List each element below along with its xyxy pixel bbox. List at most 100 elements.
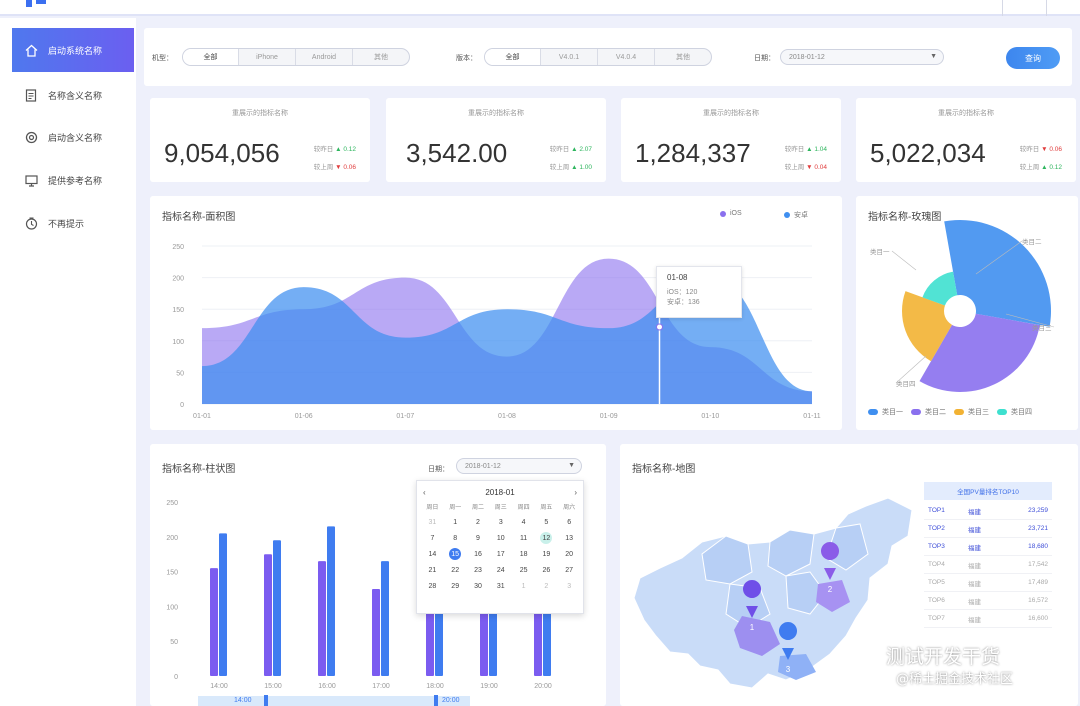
table-row[interactable]: TOP1 福建 23,259 (924, 502, 1052, 520)
slice-label: 类目三 (1032, 323, 1052, 332)
x-tick-label: 15:00 (264, 683, 282, 690)
time-range-slider[interactable]: 14:00 20:00 (198, 695, 470, 706)
table-row[interactable]: TOP5 福建 17,489 (924, 574, 1052, 592)
platform-option[interactable]: iPhone (238, 49, 295, 65)
y-tick-label: 0 (180, 402, 184, 409)
calendar-day[interactable]: 12 (535, 530, 558, 546)
calendar-day[interactable]: 2 (467, 514, 490, 530)
calendar-day[interactable]: 20 (558, 546, 581, 562)
divider (1002, 0, 1003, 16)
rose-slice (944, 220, 1051, 327)
calendar-day[interactable]: 27 (558, 562, 581, 578)
kpi-value: 1,284,337 (635, 138, 751, 168)
legend-item[interactable]: 类目三 (954, 407, 989, 417)
kpi-title: 重展示的指标名称 (468, 110, 524, 117)
calendar-day[interactable]: 11 (512, 530, 535, 546)
slider-handle-end[interactable] (434, 695, 438, 706)
calendar-day-label: 23 (474, 566, 482, 574)
calendar-day[interactable]: 29 (444, 578, 467, 594)
kpi-value: 5,022,034 (870, 138, 986, 168)
calendar-day[interactable]: 4 (512, 514, 535, 530)
version-option[interactable]: 其他 (654, 49, 711, 65)
platform-option[interactable]: 其他 (352, 49, 409, 65)
calendar-day[interactable]: 30 (467, 578, 490, 594)
calendar-day[interactable]: 8 (444, 530, 467, 546)
legend-item[interactable]: 类目二 (911, 407, 946, 417)
calendar-day[interactable]: 6 (558, 514, 581, 530)
calendar-day[interactable]: 13 (558, 530, 581, 546)
weekday-label: 周二 (471, 505, 484, 511)
next-month-icon[interactable]: › (574, 488, 577, 497)
version-option[interactable]: V4.0.4 (597, 49, 654, 65)
calendar-day[interactable]: 16 (467, 546, 490, 562)
version-segmented-control[interactable]: 全部 V4.0.1 V4.0.4 其他 (484, 48, 712, 66)
y-tick-label: 50 (176, 370, 184, 377)
table-cell-rank: TOP7 (928, 615, 945, 622)
calendar-day[interactable]: 23 (467, 562, 490, 578)
platform-option[interactable]: 全部 (183, 49, 238, 65)
calendar-day[interactable]: 19 (535, 546, 558, 562)
table-row[interactable]: TOP7 福建 16,600 (924, 610, 1052, 628)
calendar-day[interactable]: 14 (421, 546, 444, 562)
calendar-day[interactable]: 1 (512, 578, 535, 594)
calendar-day[interactable]: 15 (444, 546, 467, 562)
kpi-compare-label: 较昨日 (549, 146, 570, 153)
legend-swatch (954, 409, 964, 415)
calendar-day-label: 31 (428, 518, 437, 526)
sidebar-item-home[interactable]: 启动系统名称 (12, 28, 134, 72)
sidebar-item-settings[interactable]: 启动含义名称 (12, 115, 134, 159)
table-cell-value: 16,600 (1028, 615, 1048, 622)
rose-chart[interactable]: 类目一类目二类目三类目四 (856, 196, 1078, 430)
calendar-day[interactable]: 28 (421, 578, 444, 594)
calendar-day[interactable]: 2 (535, 578, 558, 594)
y-tick-label: 150 (166, 570, 178, 577)
slice-label: 类目一 (870, 247, 890, 256)
table-row[interactable]: TOP2 福建 23,721 (924, 520, 1052, 538)
y-tick-label: 250 (172, 244, 184, 251)
table-row[interactable]: TOP6 福建 16,572 (924, 592, 1052, 610)
calendar-day-label: 28 (428, 582, 437, 590)
query-button[interactable]: 查询 (1006, 47, 1060, 69)
kpi-card: 重展示的指标名称 9,054,056 较昨日 ▲ 0.12 较上周 ▼ 0.06 (150, 98, 370, 182)
watermark: 测试开发干货 @稀土掘金技术社区 (836, 640, 1074, 688)
platform-segmented-control[interactable]: 全部 iPhone Android 其他 (182, 48, 410, 66)
calendar-day[interactable]: 24 (489, 562, 512, 578)
calendar-day[interactable]: 10 (489, 530, 512, 546)
calendar-day[interactable]: 5 (535, 514, 558, 530)
sidebar-item-document[interactable]: 名称含义名称 (12, 73, 134, 117)
legend-item[interactable]: 类目一 (868, 407, 903, 417)
bar (372, 589, 380, 676)
wechat-icon (837, 646, 865, 667)
calendar-day[interactable]: 17 (489, 546, 512, 562)
kpi-value: 3,542.00 (406, 138, 508, 168)
calendar-day[interactable]: 26 (535, 562, 558, 578)
sidebar-item-monitor[interactable]: 提供参考名称 (12, 158, 134, 202)
calendar-day[interactable]: 22 (444, 562, 467, 578)
calendar-day[interactable]: 31 (421, 514, 444, 530)
legend-swatch (868, 409, 878, 415)
calendar-day[interactable]: 21 (421, 562, 444, 578)
calendar-day-label: 8 (453, 534, 458, 542)
calendar-day[interactable]: 31 (489, 578, 512, 594)
date-select[interactable]: 2018-01-12 ▼ (780, 49, 944, 65)
calendar-day[interactable]: 18 (512, 546, 535, 562)
version-option[interactable]: 全部 (485, 49, 540, 65)
calendar-day[interactable]: 7 (421, 530, 444, 546)
calendar-day-label: 18 (519, 550, 528, 558)
monitor-icon (24, 173, 38, 187)
slider-handle-start[interactable] (264, 695, 268, 706)
calendar-day-label: 7 (430, 534, 435, 542)
calendar-day[interactable]: 9 (467, 530, 490, 546)
platform-option[interactable]: Android (295, 49, 352, 65)
table-row[interactable]: TOP4 福建 17,542 (924, 556, 1052, 574)
calendar-day[interactable]: 3 (558, 578, 581, 594)
legend-item[interactable]: 类目四 (997, 407, 1032, 417)
calendar-day[interactable]: 25 (512, 562, 535, 578)
sidebar-item-clock[interactable]: 不再提示 (12, 201, 134, 245)
version-option[interactable]: V4.0.1 (540, 49, 597, 65)
calendar-day[interactable]: 1 (444, 514, 467, 530)
slider-start-label: 14:00 (234, 697, 252, 704)
calendar-day[interactable]: 3 (489, 514, 512, 530)
table-row[interactable]: TOP3 福建 18,680 (924, 538, 1052, 556)
legend-label: 类目一 (882, 409, 903, 416)
